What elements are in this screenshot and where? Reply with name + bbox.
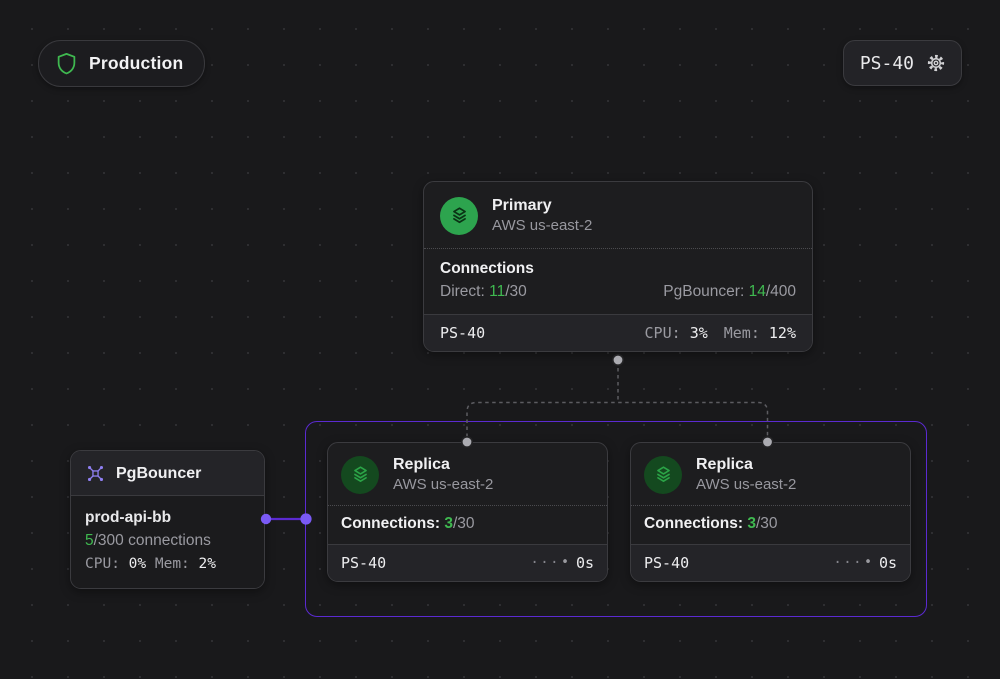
pgbouncer-metrics: CPU: 0% Mem: 2% [85,553,250,576]
shield-icon [56,52,77,75]
primary-title: Primary [492,195,592,216]
connections-heading: Connections [440,260,796,278]
replica-size-label: PS-40 [644,554,689,572]
replication-lag-indicator: ···•0s [833,554,897,572]
replica-card-header: Replica AWS us-east-2 [631,443,910,505]
replica-node-card[interactable]: Replica AWS us-east-2 Connections: 3/30 … [630,442,911,582]
direct-connections-stat: Direct: 11/30 [440,283,527,301]
pgbouncer-node-icon [85,463,106,484]
primary-region: AWS us-east-2 [492,216,592,236]
replica-title: Replica [393,454,493,475]
database-layers-icon [644,456,682,494]
primary-mem-stat: Mem: 12% [724,324,796,342]
primary-connection-handle [613,355,623,365]
cluster-diagram-canvas: Production PS-40 Primary [0,0,1000,679]
replica-card-footer: PS-40 ···•0s [328,544,607,581]
replica-node-card[interactable]: Replica AWS us-east-2 Connections: 3/30 … [327,442,608,582]
database-layers-icon [440,197,478,235]
replica-card-header: Replica AWS us-east-2 [328,443,607,505]
primary-card-header: Primary AWS us-east-2 [424,182,812,248]
cluster-size-label: PS-40 [860,53,914,74]
replica-region: AWS us-east-2 [393,475,493,495]
pgbouncer-connections-stat: PgBouncer: 14/400 [663,283,796,301]
primary-card-footer: PS-40 CPU: 3% Mem: 12% [424,314,812,351]
replica-region: AWS us-east-2 [696,475,796,495]
cluster-size-badge[interactable]: PS-40 [843,40,962,86]
replica-title: Replica [696,454,796,475]
primary-node-card[interactable]: Primary AWS us-east-2 Connections Direct… [423,181,813,352]
pgbouncer-connections-stat: 5/300 connections [85,529,250,552]
primary-size-label: PS-40 [440,324,485,342]
pgbouncer-card-header: PgBouncer [71,451,264,496]
pgbouncer-name: prod-api-bb [85,506,250,529]
replica-connections-stat: Connections: 3/30 [631,505,910,544]
database-layers-icon [341,456,379,494]
pgbouncer-card-body: prod-api-bb 5/300 connections CPU: 0% Me… [71,496,264,588]
replica-size-label: PS-40 [341,554,386,572]
pgbouncer-node-card[interactable]: PgBouncer prod-api-bb 5/300 connections … [70,450,265,589]
primary-connections-section: Connections Direct: 11/30 PgBouncer: 14/… [424,249,812,314]
primary-cpu-stat: CPU: 3% [645,324,708,342]
replica-connections-stat: Connections: 3/30 [328,505,607,544]
replication-lag-indicator: ···•0s [530,554,594,572]
environment-label: Production [89,53,183,74]
pgbouncer-title: PgBouncer [116,463,201,484]
gear-icon[interactable] [925,52,947,74]
replica-card-footer: PS-40 ···•0s [631,544,910,581]
environment-badge[interactable]: Production [38,40,205,87]
